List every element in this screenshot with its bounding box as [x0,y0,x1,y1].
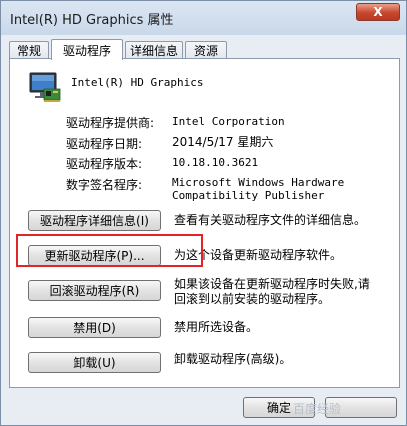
properties-window: Intel(R) HD Graphics 属性 X 常规 驱动程序 详细信息 资… [0,0,407,426]
tab-driver[interactable]: 驱动程序 [51,39,123,60]
uninstall-driver-desc: 卸载驱动程序(高级)。 [174,352,292,366]
close-button[interactable]: X [356,3,400,21]
date-label: 驱动程序日期: [66,137,143,151]
version-value: 10.18.10.3621 [172,156,259,169]
watermark-text: 百度经验 [293,402,342,416]
signer-value-line2: Compatibility Publisher [172,189,325,202]
driver-panel: Intel(R) HD Graphics 驱动程序提供商: Intel Corp… [9,58,400,388]
signer-value-line1: Microsoft Windows Hardware [172,176,345,189]
device-name: Intel(R) HD Graphics [71,76,204,89]
version-label: 驱动程序版本: [66,157,143,171]
disable-device-button[interactable]: 禁用(D) [28,317,161,338]
provider-label: 驱动程序提供商: [66,116,155,130]
window-title: Intel(R) HD Graphics 属性 [10,13,174,28]
disable-device-desc: 禁用所选设备。 [174,320,259,334]
rollback-driver-button[interactable]: 回滚驱动程序(R) [28,280,161,301]
close-icon: X [373,5,383,19]
provider-value: Intel Corporation [172,115,285,128]
uninstall-driver-button[interactable]: 卸载(U) [28,352,161,373]
tab-resources[interactable]: 资源 [185,41,227,59]
signer-label: 数字签名程序: [66,178,143,192]
date-value: 2014/5/17 星期六 [172,135,274,149]
driver-details-desc: 查看有关驱动程序文件的详细信息。 [174,213,367,227]
driver-details-button[interactable]: 驱动程序详细信息(I) [28,210,161,231]
rollback-driver-desc-line2: 回滚到以前安装的驱动程序。 [174,292,331,306]
tab-details[interactable]: 详细信息 [125,41,183,59]
tab-general[interactable]: 常规 [9,41,49,59]
display-adapter-icon [29,72,61,102]
highlight-box [16,234,203,267]
rollback-driver-desc-line1: 如果该设备在更新驱动程序时失败,请 [174,277,370,291]
title-bar[interactable]: Intel(R) HD Graphics 属性 X [1,1,406,35]
